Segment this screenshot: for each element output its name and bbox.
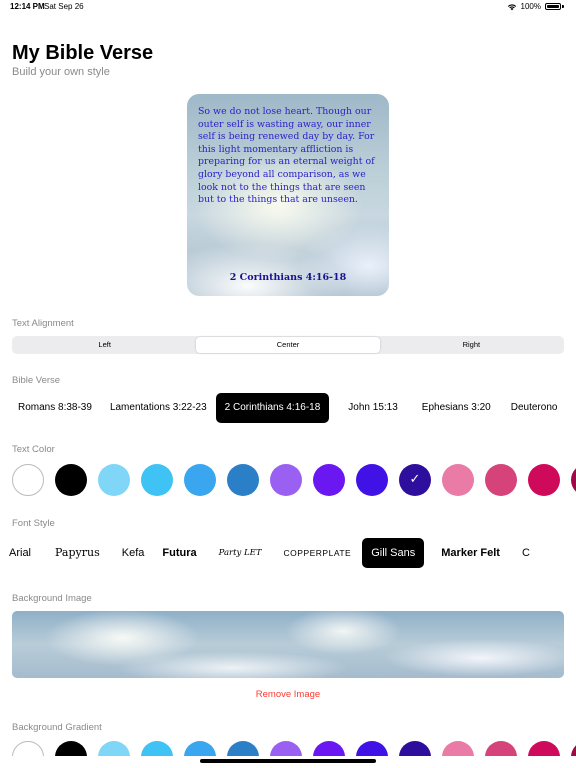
font-chip-papyrus[interactable]: Papyrus [46, 538, 109, 568]
color-swatch[interactable] [12, 464, 44, 496]
verse-chip[interactable]: Ephesians 3:20 [413, 393, 500, 423]
text-color-label: Text Color [12, 444, 55, 455]
checkmark-icon: ✓ [409, 471, 421, 486]
color-swatch[interactable] [528, 464, 560, 496]
color-swatch[interactable] [528, 741, 560, 756]
font-chip-marker-felt[interactable]: Marker Felt [432, 538, 509, 568]
battery-percent: 100% [520, 2, 541, 11]
color-swatch[interactable] [485, 741, 517, 756]
font-style-label: Font Style [12, 518, 55, 529]
color-swatch[interactable] [270, 741, 302, 756]
status-time: 12:14 PM [10, 2, 45, 11]
verse-chip[interactable]: Deuterono [502, 393, 567, 423]
status-date: Sat Sep 26 [44, 2, 84, 11]
remove-image-button[interactable]: Remove Image [0, 689, 576, 700]
text-color-swatches: ✓ [0, 463, 576, 497]
bible-verse-label: Bible Verse [12, 375, 61, 386]
color-swatch[interactable] [442, 741, 474, 756]
color-swatch[interactable] [141, 741, 173, 756]
color-swatch[interactable] [141, 464, 173, 496]
color-swatch[interactable] [313, 741, 345, 756]
color-swatch[interactable] [399, 741, 431, 756]
background-gradient-label: Background Gradient [12, 722, 102, 733]
color-swatch[interactable] [184, 741, 216, 756]
text-alignment-label: Text Alignment [12, 318, 74, 329]
background-image-label: Background Image [12, 593, 92, 604]
color-swatch[interactable] [227, 741, 259, 756]
alignment-right[interactable]: Right [380, 337, 563, 353]
verse-chip[interactable]: Romans 8:38-39 [9, 393, 101, 423]
battery-tip [562, 5, 564, 8]
color-swatch[interactable] [571, 464, 576, 496]
color-swatch[interactable]: ✓ [399, 464, 431, 496]
color-swatch[interactable] [356, 741, 388, 756]
home-indicator [200, 759, 376, 763]
verse-text: So we do not lose heart. Though our oute… [198, 106, 375, 206]
text-alignment-control: Left Center Right [12, 336, 564, 354]
background-image-preview[interactable] [12, 611, 564, 678]
color-swatch[interactable] [12, 741, 44, 756]
verse-chip-selected[interactable]: 2 Corinthians 4:16-18 [215, 393, 330, 423]
verse-chip[interactable]: Lamentations 3:22-23 [101, 393, 216, 423]
color-swatch[interactable] [270, 464, 302, 496]
status-indicators: 100% [507, 2, 564, 11]
color-swatch[interactable] [571, 741, 576, 756]
font-chip-copperplate[interactable]: COPPERPLATE [275, 538, 361, 568]
page-subtitle: Build your own style [12, 66, 110, 78]
verse-reference: 2 Corinthians 4:16-18 [229, 272, 347, 283]
color-swatch[interactable] [485, 464, 517, 496]
alignment-center[interactable]: Center [196, 337, 380, 353]
color-swatch[interactable] [98, 741, 130, 756]
wifi-icon [507, 3, 516, 10]
font-style-list: Arial Papyrus Kefa Futura Party LET COPPERPLA… [0, 538, 576, 568]
color-swatch[interactable] [356, 464, 388, 496]
color-swatch[interactable] [227, 464, 259, 496]
verse-preview-card: So we do not lose heart. Though our oute… [187, 94, 389, 296]
background-gradient-swatches [0, 740, 576, 756]
battery-icon [545, 3, 561, 10]
font-chip-party-let[interactable]: Party LET [210, 538, 271, 568]
verse-chip[interactable]: John 15:13 [339, 393, 407, 423]
bible-verse-list: Romans 8:38-39 Lamentations 3:22-23 2 Cori… [0, 393, 576, 423]
color-swatch[interactable] [55, 741, 87, 756]
color-swatch[interactable] [313, 464, 345, 496]
font-chip-kefa[interactable]: Kefa [113, 538, 154, 568]
font-chip-arial[interactable]: Arial [0, 538, 40, 568]
color-swatch[interactable] [55, 464, 87, 496]
alignment-left[interactable]: Left [13, 337, 196, 353]
color-swatch[interactable] [98, 464, 130, 496]
color-swatch[interactable] [184, 464, 216, 496]
font-chip-futura[interactable]: Futura [153, 538, 205, 568]
color-swatch[interactable] [442, 464, 474, 496]
page-title: My Bible Verse [12, 42, 154, 64]
font-chip-gill-sans[interactable]: Gill Sans [362, 538, 425, 568]
font-chip-more[interactable]: C [513, 538, 539, 568]
